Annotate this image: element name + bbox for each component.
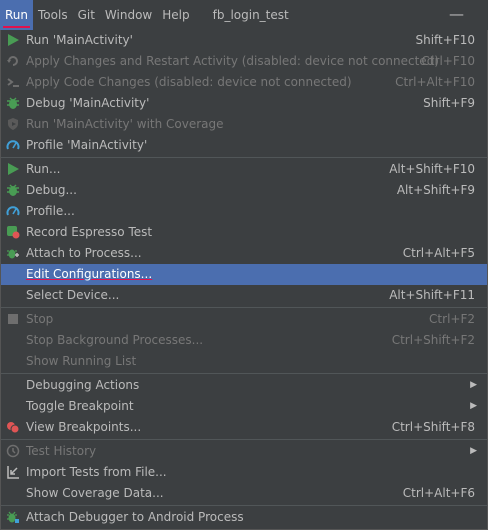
apply-changes-restart-icon xyxy=(6,54,20,68)
run-icon xyxy=(6,162,20,176)
menu-item-profile-mainactivity[interactable]: Profile 'MainActivity' xyxy=(1,135,487,156)
menu-separator xyxy=(1,373,487,374)
profile-icon xyxy=(6,204,20,218)
menubar-git[interactable]: Git xyxy=(73,0,100,30)
menu-item-run-with-coverage[interactable]: Run 'MainActivity' with Coverage xyxy=(1,114,487,135)
menu-item-show-running-list[interactable]: Show Running List xyxy=(1,351,487,372)
menubar-tools[interactable]: Tools xyxy=(33,0,73,30)
minimize-button[interactable]: — xyxy=(449,0,464,30)
coverage-icon xyxy=(6,117,20,131)
breakpoints-icon xyxy=(6,420,20,434)
menu-item-show-coverage-data[interactable]: Show Coverage Data... Ctrl+Alt+F6 xyxy=(1,483,487,504)
run-icon xyxy=(6,33,20,47)
menu-item-attach-to-process[interactable]: Attach to Process... Ctrl+Alt+F5 xyxy=(1,243,487,264)
submenu-arrow-icon: ▶ xyxy=(470,446,477,456)
submenu-arrow-icon: ▶ xyxy=(470,380,477,390)
menu-separator xyxy=(1,157,487,158)
menubar-window[interactable]: Window xyxy=(100,0,157,30)
menu-item-test-history[interactable]: Test History ▶ xyxy=(1,441,487,462)
menubar-run[interactable]: Run xyxy=(0,0,34,30)
menu-item-attach-debugger-android[interactable]: Attach Debugger to Android Process xyxy=(1,507,487,528)
import-tests-icon xyxy=(6,465,20,479)
menu-item-debug-dialog[interactable]: Debug... Alt+Shift+F9 xyxy=(1,180,487,201)
menu-separator xyxy=(1,439,487,440)
menu-item-debug-mainactivity[interactable]: Debug 'MainActivity' Shift+F9 xyxy=(1,93,487,114)
history-icon xyxy=(6,444,20,458)
record-espresso-icon xyxy=(6,225,20,239)
menu-item-select-device[interactable]: Select Device... Alt+Shift+F11 xyxy=(1,285,487,306)
menu-item-record-espresso-test[interactable]: Record Espresso Test xyxy=(1,222,487,243)
menu-item-run-mainactivity[interactable]: Run 'MainActivity' Shift+F10 xyxy=(1,30,487,51)
menu-item-stop-background-processes[interactable]: Stop Background Processes... Ctrl+Shift+… xyxy=(1,330,487,351)
menu-item-debugging-actions[interactable]: Debugging Actions ▶ xyxy=(1,375,487,396)
menu-item-view-breakpoints[interactable]: View Breakpoints... Ctrl+Shift+F8 xyxy=(1,417,487,438)
project-title: fb_login_test xyxy=(212,8,289,22)
attach-process-icon xyxy=(6,246,20,260)
menu-item-stop[interactable]: Stop Ctrl+F2 xyxy=(1,309,487,330)
run-menu-dropdown: Run 'MainActivity' Shift+F10 Apply Chang… xyxy=(0,30,488,530)
menu-item-profile-dialog[interactable]: Profile... xyxy=(1,201,487,222)
menu-separator xyxy=(1,505,487,506)
menu-item-apply-changes-restart[interactable]: Apply Changes and Restart Activity (disa… xyxy=(1,51,487,72)
menu-item-edit-configurations[interactable]: Edit Configurations... xyxy=(1,264,487,285)
menu-item-import-tests[interactable]: Import Tests from File... xyxy=(1,462,487,483)
apply-code-changes-icon xyxy=(6,75,20,89)
menu-item-apply-code-changes[interactable]: Apply Code Changes (disabled: device not… xyxy=(1,72,487,93)
menu-separator xyxy=(1,307,487,308)
debug-icon xyxy=(6,183,20,197)
menu-item-toggle-breakpoint[interactable]: Toggle Breakpoint ▶ xyxy=(1,396,487,417)
menu-item-run-dialog[interactable]: Run... Alt+Shift+F10 xyxy=(1,159,487,180)
submenu-arrow-icon: ▶ xyxy=(470,401,477,411)
debug-icon xyxy=(6,96,20,110)
stop-icon xyxy=(6,312,20,326)
attach-debugger-icon xyxy=(6,510,20,524)
menu-bar: Run Tools Git Window Help fb_login_test … xyxy=(0,0,488,30)
profile-icon xyxy=(6,138,20,152)
menubar-help[interactable]: Help xyxy=(157,0,194,30)
